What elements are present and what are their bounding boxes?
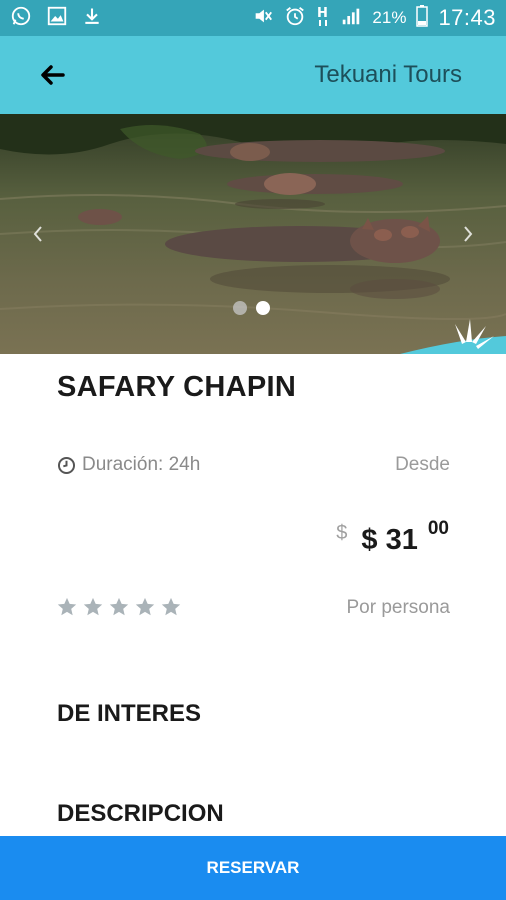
interest-heading: DE INTERES — [57, 700, 202, 727]
hippos-photo — [0, 114, 506, 354]
tour-details: SAFARY CHAPIN Duración: 24h Desde $ $ 31… — [0, 354, 506, 836]
carousel-prev-button[interactable] — [26, 222, 50, 246]
duration: Duración: 24h — [57, 454, 200, 476]
app-bar: Tekuani Tours — [0, 36, 506, 114]
carousel-dots — [233, 301, 270, 315]
star-icon[interactable] — [56, 596, 78, 618]
image-carousel[interactable] — [0, 114, 506, 354]
battery-icon — [416, 4, 429, 32]
carousel-next-button[interactable] — [456, 222, 480, 246]
price-cents: 00 — [427, 518, 449, 539]
carousel-dot[interactable] — [256, 301, 270, 315]
desde-label: Desde — [395, 454, 450, 475]
carousel-dot[interactable] — [233, 301, 247, 315]
rating-stars[interactable] — [56, 596, 182, 618]
reserve-button[interactable]: RESERVAR — [0, 836, 506, 900]
whatsapp-icon — [10, 5, 32, 32]
signal-icon — [340, 5, 362, 32]
arrow-left-icon — [41, 65, 65, 85]
download-icon — [82, 5, 102, 32]
per-person-label: Por persona — [346, 597, 450, 618]
chevron-right-icon — [464, 226, 473, 242]
mute-icon — [252, 5, 274, 32]
star-icon[interactable] — [134, 596, 156, 618]
chevron-left-icon — [33, 226, 42, 242]
star-icon[interactable] — [82, 596, 104, 618]
svg-text:H: H — [317, 6, 328, 21]
price-amount: $ 31 — [361, 524, 418, 556]
tour-title: SAFARY CHAPIN — [57, 371, 297, 403]
price: $ $ 31 00 — [336, 518, 449, 557]
currency-symbol: $ — [336, 522, 348, 544]
image-icon — [46, 5, 68, 32]
app-title: Tekuani Tours — [314, 61, 462, 88]
duration-label: Duración: 24h — [82, 454, 201, 475]
battery-percent: 21% — [372, 8, 407, 27]
alarm-icon — [284, 5, 306, 32]
star-icon[interactable] — [160, 596, 182, 618]
network-h-icon: H — [316, 4, 330, 33]
description-heading: DESCRIPCION — [57, 800, 224, 827]
back-button[interactable] — [28, 51, 76, 99]
star-icon[interactable] — [108, 596, 130, 618]
clock-time: 17:43 — [438, 5, 496, 30]
status-bar: H 21% 17:43 — [0, 0, 506, 36]
clock-icon — [57, 456, 76, 474]
